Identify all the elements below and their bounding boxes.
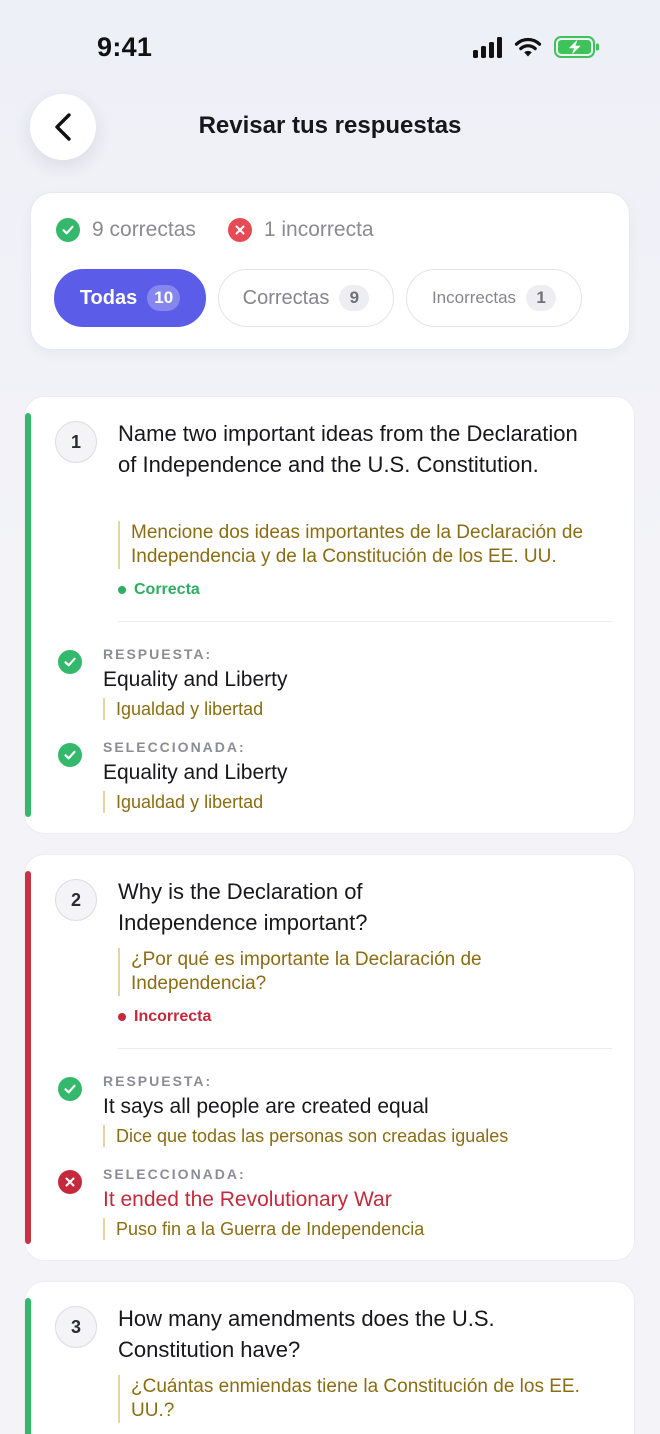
- filter-label: Todas: [79, 286, 138, 309]
- question-number: 1: [55, 421, 97, 463]
- summary-stats: 9 correctas 1 incorrecta: [56, 218, 374, 242]
- filter-count-badge: 1: [526, 285, 557, 311]
- question-text-es: ¿Por qué es importante la Declaración de…: [118, 948, 538, 996]
- filter-count-badge: 10: [147, 285, 181, 311]
- answer-text-es: Igualdad y libertad: [103, 698, 263, 720]
- question-number: 2: [55, 879, 97, 921]
- selected-answer: SELECCIONADA: It ended the Revolutionary…: [55, 1166, 615, 1241]
- question-text-en: Why is the Declaration of Independence i…: [118, 879, 368, 935]
- status-dot-icon: [118, 1013, 126, 1021]
- question-number: 3: [55, 1306, 97, 1348]
- question-text-es: ¿Cuántas enmiendas tiene la Constitución…: [118, 1375, 588, 1423]
- summary-card: 9 correctas 1 incorrecta Todas 10 Correc…: [30, 192, 630, 350]
- result-status-label: Correcta: [134, 581, 200, 598]
- status-bar: 9:41: [0, 0, 660, 96]
- answer-label: RESPUESTA:: [103, 1073, 213, 1089]
- status-time: 9:41: [97, 32, 153, 62]
- question-card: 3 How many amendments does the U.S. Cons…: [24, 1281, 635, 1434]
- check-icon: [58, 1077, 82, 1101]
- selected-text-en: It ended the Revolutionary War: [103, 1188, 392, 1211]
- correct-answer: RESPUESTA: It says all people are create…: [55, 1073, 615, 1148]
- check-icon: [58, 743, 82, 767]
- status-icons: [473, 36, 600, 58]
- result-status: Incorrecta: [118, 1008, 211, 1026]
- incorrect-count-label: 1 incorrecta: [263, 218, 374, 241]
- check-icon: [58, 650, 82, 674]
- question-text-en: How many amendments does the U.S. Consti…: [118, 1306, 495, 1362]
- result-status: Correcta: [118, 581, 200, 599]
- signal-icon: [473, 36, 502, 58]
- selected-label: SELECCIONADA:: [103, 739, 246, 755]
- wifi-icon: [514, 37, 542, 56]
- selected-answer: SELECCIONADA: Equality and Liberty Igual…: [55, 739, 615, 814]
- status-bar-indicator: [25, 413, 31, 817]
- correct-answer: RESPUESTA: Equality and Liberty Igualdad…: [55, 646, 615, 721]
- battery-charging-icon: [554, 36, 599, 58]
- filter-all-tab[interactable]: Todas 10: [54, 269, 206, 327]
- answer-text-es: Dice que todas las personas son creadas …: [103, 1125, 508, 1147]
- check-icon: [56, 218, 80, 242]
- status-bar-indicator: [25, 1298, 31, 1434]
- correct-count-stat: 9 correctas: [56, 218, 196, 242]
- filter-incorrect-tab[interactable]: Incorrectas 1: [406, 269, 582, 327]
- incorrect-count-stat: 1 incorrecta: [227, 218, 374, 242]
- filter-label: Correctas: [242, 286, 330, 309]
- question-card: 1 Name two important ideas from the Decl…: [24, 396, 635, 834]
- selected-text-en: Equality and Liberty: [103, 761, 288, 784]
- x-icon: [58, 1170, 82, 1194]
- correct-count-label: 9 correctas: [92, 218, 196, 241]
- answer-text-en: It says all people are created equal: [103, 1095, 429, 1118]
- filter-count-badge: 9: [339, 285, 370, 311]
- question-card: 2 Why is the Declaration of Independence…: [24, 854, 635, 1261]
- divider: [118, 1048, 612, 1049]
- selected-text-es: Igualdad y libertad: [103, 791, 263, 813]
- selected-text-es: Puso fin a la Guerra de Independencia: [103, 1218, 424, 1240]
- question-text-es: Mencione dos ideas importantes de la Dec…: [118, 521, 618, 569]
- answer-text-en: Equality and Liberty: [103, 668, 288, 691]
- filter-tabs: Todas 10 Correctas 9 Incorrectas 1: [54, 269, 582, 327]
- question-text-en: Name two important ideas from the Declar…: [118, 421, 578, 477]
- status-bar-indicator: [25, 871, 31, 1244]
- filter-correct-tab[interactable]: Correctas 9: [218, 269, 394, 327]
- page-title: Revisar tus respuestas: [198, 112, 462, 139]
- x-icon: [227, 218, 252, 242]
- filter-label: Incorrectas: [431, 288, 517, 307]
- divider: [118, 621, 612, 622]
- answer-label: RESPUESTA:: [103, 646, 213, 662]
- selected-label: SELECCIONADA:: [103, 1166, 246, 1182]
- status-dot-icon: [118, 586, 126, 594]
- result-status-label: Incorrecta: [134, 1008, 212, 1025]
